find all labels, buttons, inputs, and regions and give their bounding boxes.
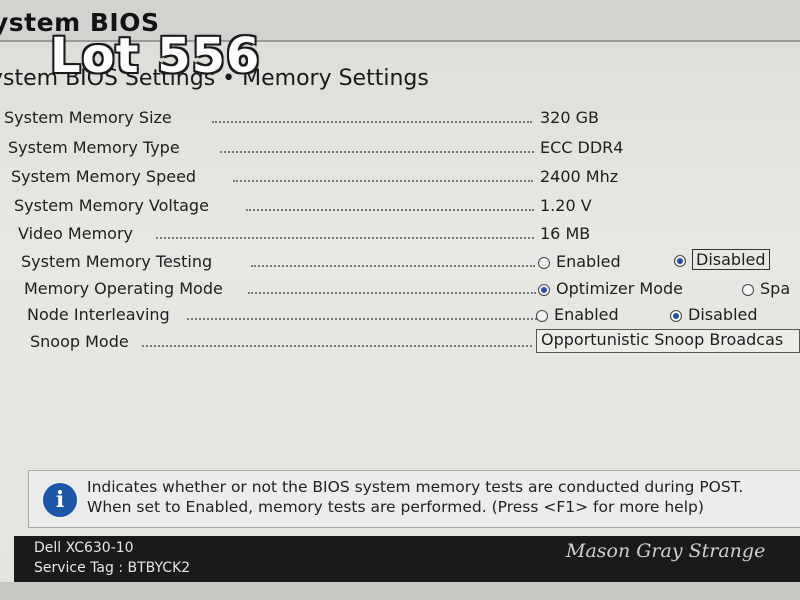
radio-memory-testing-disabled[interactable]: Disabled: [674, 249, 770, 270]
setting-value: 2400 Mhz: [540, 167, 619, 186]
setting-label: System Memory Testing: [21, 252, 213, 271]
lot-overlay-text: Lot 556: [50, 28, 261, 84]
bios-screen: ystem BIOS Lot 556 ystem BIOS Settings •…: [0, 0, 800, 600]
radio-off-icon: [536, 309, 548, 322]
setting-label: Video Memory: [18, 224, 133, 243]
setting-row-snoop-mode: Snoop Mode: [30, 332, 534, 358]
leader-dots: [246, 209, 534, 211]
help-line-1: Indicates whether or not the BIOS system…: [87, 478, 744, 496]
leader-dots: [212, 121, 532, 123]
radio-label: Disabled: [692, 249, 770, 270]
setting-label: Snoop Mode: [30, 332, 129, 351]
setting-row-memory-testing: System Memory Testing: [21, 252, 535, 278]
radio-node-interleaving-enabled[interactable]: Enabled: [536, 305, 619, 324]
radio-node-interleaving-disabled[interactable]: Disabled: [670, 305, 758, 324]
setting-label: Node Interleaving: [27, 305, 170, 324]
service-tag: Service Tag : BTBYCK2: [34, 560, 191, 576]
radio-label: Enabled: [554, 305, 619, 324]
leader-dots: [251, 265, 535, 267]
setting-row-video-memory: Video Memory: [18, 224, 534, 250]
setting-label: System Memory Speed: [11, 167, 197, 186]
setting-label: System Memory Voltage: [14, 196, 209, 215]
help-line-2: When set to Enabled, memory tests are pe…: [87, 498, 704, 516]
setting-value: 16 MB: [540, 224, 591, 243]
radio-label: Enabled: [556, 252, 621, 271]
radio-on-icon: [538, 283, 550, 296]
radio-label: Optimizer Mode: [556, 279, 683, 298]
memory-settings-panel: System Memory Size 320 GB System Memory …: [0, 102, 800, 452]
setting-row-memory-voltage: System Memory Voltage: [14, 196, 534, 222]
snoop-mode-select[interactable]: Opportunistic Snoop Broadcas: [536, 329, 800, 353]
radio-on-icon: [674, 254, 686, 267]
radio-label: Disabled: [688, 305, 758, 324]
leader-dots: [220, 151, 534, 153]
setting-row-operating-mode: Memory Operating Mode: [24, 279, 536, 305]
setting-value: 1.20 V: [540, 196, 592, 215]
radio-spare-mode[interactable]: Spa: [742, 279, 790, 298]
signature-overlay: Mason Gray Strange: [566, 540, 766, 562]
bottom-bezel: [0, 582, 800, 600]
leader-dots: [142, 345, 532, 347]
setting-value: ECC DDR4: [540, 138, 624, 157]
leader-dots: [248, 292, 536, 294]
leader-dots: [187, 318, 537, 320]
setting-label: Memory Operating Mode: [24, 279, 223, 298]
help-panel: i Indicates whether or not the BIOS syst…: [28, 470, 800, 528]
radio-off-icon: [538, 256, 550, 269]
leader-dots: [156, 237, 534, 239]
setting-label: System Memory Size: [4, 108, 172, 127]
setting-row-node-interleaving: Node Interleaving: [27, 305, 537, 331]
leader-dots: [233, 180, 533, 182]
radio-on-icon: [670, 309, 682, 322]
radio-label: Spa: [760, 279, 791, 298]
radio-memory-testing-enabled[interactable]: Enabled: [538, 252, 621, 271]
setting-value: 320 GB: [540, 108, 599, 127]
setting-label: System Memory Type: [8, 138, 180, 157]
help-text: Indicates whether or not the BIOS system…: [87, 477, 743, 517]
radio-off-icon: [742, 283, 754, 296]
radio-optimizer-mode[interactable]: Optimizer Mode: [538, 279, 683, 298]
system-footer: Dell XC630-10 Service Tag : BTBYCK2 Maso…: [14, 536, 800, 582]
model-name: Dell XC630-10: [34, 540, 134, 556]
setting-row-memory-speed: System Memory Speed: [11, 167, 534, 193]
info-icon: i: [43, 483, 77, 517]
setting-row-memory-type: System Memory Type: [8, 138, 534, 164]
setting-row-memory-size: System Memory Size: [4, 108, 534, 134]
